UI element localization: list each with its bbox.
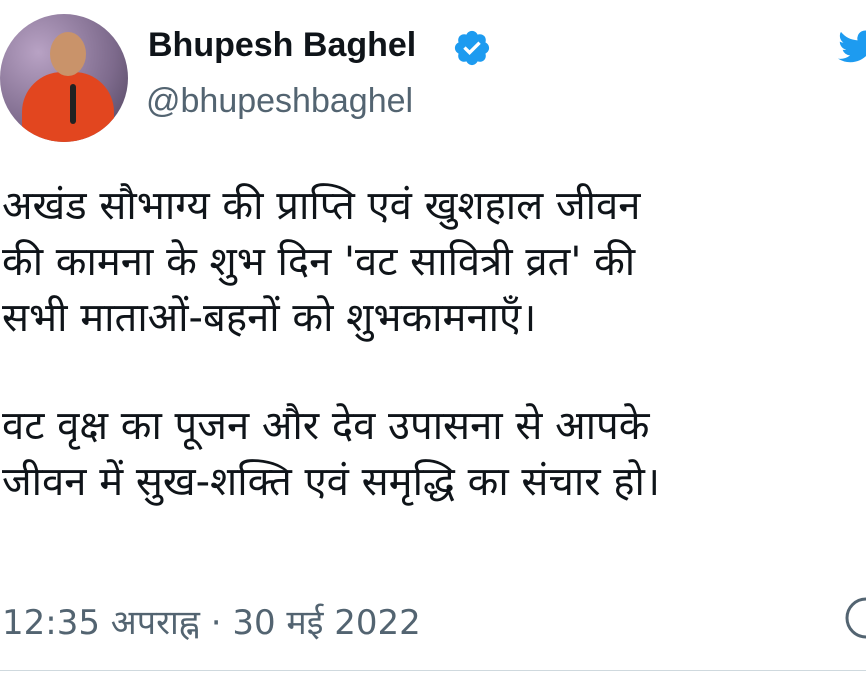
tweet-line: सभी माताओं-बहनों को शुभकामनाएँ। xyxy=(2,295,537,341)
avatar-body xyxy=(22,72,114,142)
tweet-text: अखंड सौभाग्य की प्राप्ति एवं खुशहाल जीवन… xyxy=(2,178,866,510)
info-icon[interactable] xyxy=(844,596,866,640)
twitter-bird-icon[interactable] xyxy=(836,26,866,66)
divider xyxy=(0,670,866,671)
tweet-line: वट वृक्ष का पूजन और देव उपासना से आपके xyxy=(2,403,650,449)
tweet-line: जीवन में सुख-शक्ति एवं समृद्धि का संचार … xyxy=(2,459,661,505)
avatar[interactable] xyxy=(0,14,128,142)
avatar-mic xyxy=(70,84,76,124)
author-name[interactable]: Bhupesh Baghel xyxy=(148,26,416,65)
tweet-card: Bhupesh Baghel @bhupeshbaghel अखंड सौभाग… xyxy=(0,0,866,691)
tweet-line: की कामना के शुभ दिन 'वट सावित्री व्रत' क… xyxy=(2,239,636,285)
avatar-head xyxy=(50,32,86,76)
verified-badge-icon xyxy=(454,30,490,66)
tweet-line: अखंड सौभाग्य की प्राप्ति एवं खुशहाल जीवन xyxy=(2,183,641,229)
author-handle[interactable]: @bhupeshbaghel xyxy=(146,82,413,121)
tweet-timestamp[interactable]: 12:35 अपराह्न · 30 मई 2022 xyxy=(2,598,421,644)
